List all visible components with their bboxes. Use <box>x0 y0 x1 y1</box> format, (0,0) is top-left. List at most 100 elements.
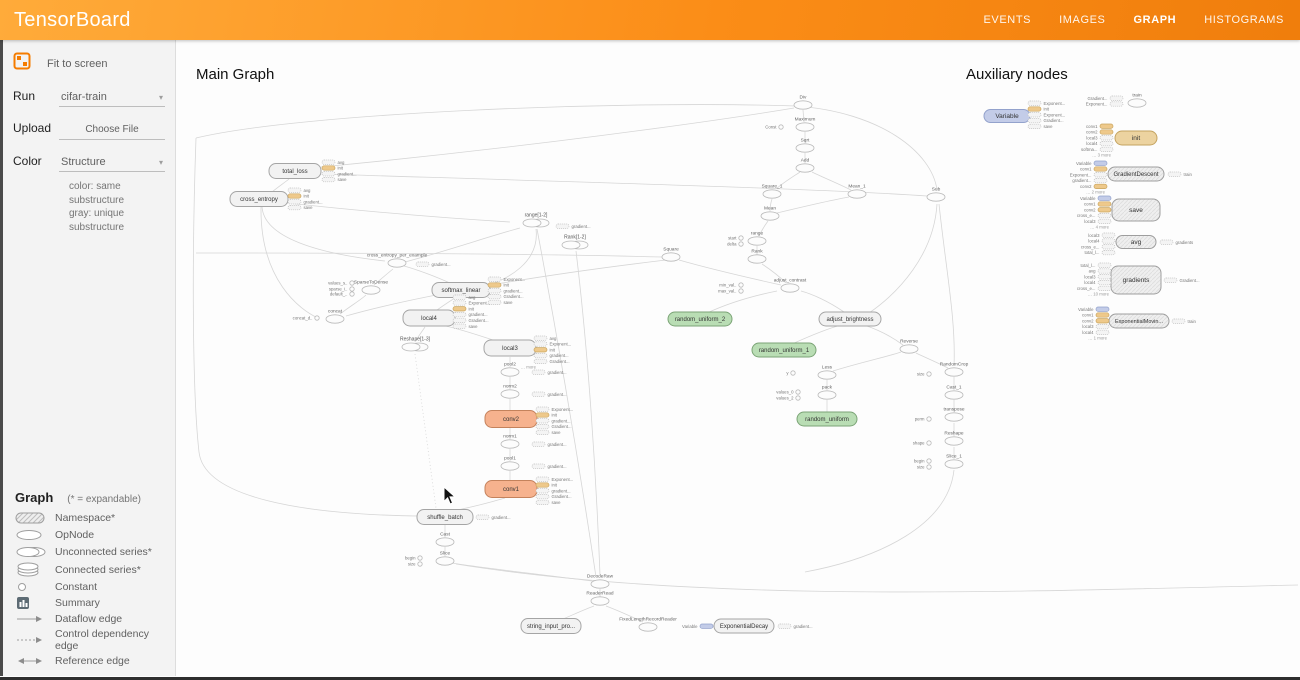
node-Maximum[interactable]: Maximum <box>795 117 816 132</box>
svg-text:… 1 more: … 1 more <box>1088 336 1107 341</box>
run-select[interactable]: cifar-train ▾ <box>59 89 165 107</box>
node-ExponentialDecay[interactable]: ExponentialDecay <box>714 619 774 633</box>
svg-text:… more: … more <box>521 365 537 370</box>
node-values_s..[interactable]: values_s.. <box>328 281 354 286</box>
node-Mean[interactable]: Mean <box>761 206 779 221</box>
node-gradients[interactable]: gradients <box>1111 266 1161 294</box>
node-random_uniform[interactable]: random_uniform <box>797 412 857 426</box>
svg-text:avg: avg <box>550 336 558 341</box>
graph-canvas[interactable]: total_losscross_entropysoftmax_linearloc… <box>176 40 1300 676</box>
node-Reverse[interactable]: Reverse <box>900 339 918 354</box>
node-pool2[interactable]: pool2 <box>501 362 519 377</box>
node-size[interactable]: size <box>408 562 422 567</box>
node-begin[interactable]: begin <box>405 556 422 561</box>
node-transpose[interactable]: transpose <box>943 407 964 422</box>
node-pool1[interactable]: pool1 <box>501 456 519 471</box>
node-Slice[interactable]: Slice <box>436 551 454 566</box>
node-pack[interactable]: pack <box>818 385 836 400</box>
node-Rank[interactable]: Rank <box>748 249 766 264</box>
node-Sqrt[interactable]: Sqrt <box>796 138 814 153</box>
legend-item-connected-series: Connected series* <box>15 562 167 578</box>
node-init[interactable]: init <box>1115 131 1157 145</box>
node-Variable[interactable]: Variable <box>984 110 1030 123</box>
node-shape[interactable]: shape <box>913 441 931 446</box>
node-cross_entropy[interactable]: cross_entropy <box>230 192 288 207</box>
svg-text:gradient...: gradient... <box>550 353 569 358</box>
node-concat_d..[interactable]: concat_d.. <box>293 316 320 321</box>
node-Reshape[interactable]: Reshape <box>944 431 964 446</box>
node-train[interactable]: train <box>1128 93 1146 108</box>
node-concat[interactable]: concat <box>326 309 344 324</box>
svg-text:adjust_contrast: adjust_contrast <box>774 278 807 284</box>
legend-item-unconnected-series: Unconnected series* <box>15 545 167 559</box>
graph-edge <box>805 470 954 572</box>
tab-images[interactable]: IMAGES <box>1059 14 1105 26</box>
node-range[interactable]: range <box>748 231 766 246</box>
node-default_..[interactable]: default_.. <box>330 292 354 297</box>
node-max_val..[interactable]: max_val.. <box>718 289 743 294</box>
node-ExponentialMovin...[interactable]: ExponentialMovin... <box>1109 314 1169 328</box>
svg-text:conv2: conv2 <box>1082 318 1094 323</box>
node-delta[interactable]: delta <box>727 242 743 247</box>
node-ReaderRead[interactable]: ReaderRead <box>586 591 614 606</box>
node-random_uniform_1[interactable]: random_uniform_1 <box>752 343 816 357</box>
node-avg[interactable]: avg <box>1116 236 1156 249</box>
node-Cast[interactable]: Cast <box>436 532 454 547</box>
node-Add[interactable]: Add <box>796 158 814 173</box>
graph-edge <box>707 291 777 313</box>
node-values_0[interactable]: values_0 <box>776 390 800 395</box>
tab-events[interactable]: EVENTS <box>983 14 1031 26</box>
node-begin[interactable]: begin <box>914 459 931 464</box>
chip-stack: Variableconv1conv2cross_e...local3… 4 mo… <box>1077 196 1111 230</box>
node-Less[interactable]: Less <box>818 365 836 380</box>
node-Square[interactable]: Square <box>662 247 680 262</box>
node-RandomCrop[interactable]: RandomCrop <box>940 362 969 377</box>
node-Div[interactable]: Div <box>794 95 812 110</box>
svg-text:train: train <box>1184 172 1193 177</box>
node-Cast_1[interactable]: Cast_1 <box>945 385 963 400</box>
node-y[interactable]: y <box>786 371 795 376</box>
choose-file-button[interactable]: Choose File <box>59 121 165 140</box>
node-FixedLengthRecordReader[interactable]: FixedLengthRecordReader <box>619 617 677 632</box>
tab-histograms[interactable]: HISTOGRAMS <box>1204 14 1284 26</box>
node-save[interactable]: save <box>1112 199 1160 221</box>
svg-text:init: init <box>304 194 310 199</box>
fit-to-screen-button[interactable]: Fit to screen <box>13 52 165 75</box>
node-values_2[interactable]: values_2 <box>776 396 800 401</box>
node-local4[interactable]: local4 <box>403 310 455 326</box>
node-Reshape[1-3][interactable]: Reshape[1-3] <box>400 337 431 352</box>
node-norm2[interactable]: norm2 <box>501 384 519 399</box>
node-shuffle_batch[interactable]: shuffle_batch <box>417 510 473 525</box>
node-local3[interactable]: local3 <box>484 340 536 356</box>
node-conv1[interactable]: conv1 <box>485 481 537 498</box>
node-adjust_brightness[interactable]: adjust_brightness <box>819 312 881 326</box>
color-select[interactable]: Structure ▾ <box>59 154 165 172</box>
node-range[1-2][interactable]: range[1-2] <box>523 213 549 228</box>
node-Square_1[interactable]: Square_1 <box>762 184 783 199</box>
svg-text:init: init <box>504 283 510 288</box>
node-perm[interactable]: perm <box>915 417 931 422</box>
color-select-value: Structure <box>61 156 106 168</box>
tab-graph[interactable]: GRAPH <box>1134 14 1177 26</box>
node-min_val..[interactable]: min_val.. <box>719 283 743 288</box>
svg-text:gradient...: gradient... <box>552 488 571 493</box>
chip-stack: gradients <box>1160 240 1193 245</box>
node-start[interactable]: start <box>728 236 743 241</box>
svg-text:save: save <box>469 324 479 329</box>
node-Rank[1-2][interactable]: Rank[1-2] <box>562 235 588 250</box>
node-total_loss[interactable]: total_loss <box>269 164 321 179</box>
svg-text:Gradient...: Gradient... <box>504 294 524 299</box>
node-SparseToDense[interactable]: SparseToDense <box>354 280 388 295</box>
node-Const[interactable]: Const <box>765 125 783 130</box>
node-conv2[interactable]: conv2 <box>485 411 537 428</box>
node-Sub[interactable]: Sub <box>927 187 945 202</box>
node-string_input_pro...[interactable]: string_input_pro... <box>521 619 581 634</box>
node-Mean_1[interactable]: Mean_1 <box>848 184 866 199</box>
node-GradientDescent[interactable]: GradientDescent <box>1108 167 1164 181</box>
node-size[interactable]: size <box>917 372 931 377</box>
node-norm1[interactable]: norm1 <box>501 434 519 449</box>
node-Slice_1[interactable]: Slice_1 <box>945 454 963 469</box>
node-random_uniform_2[interactable]: random_uniform_2 <box>668 312 732 326</box>
svg-text:conv2: conv2 <box>503 417 520 423</box>
node-size[interactable]: size <box>917 465 931 470</box>
